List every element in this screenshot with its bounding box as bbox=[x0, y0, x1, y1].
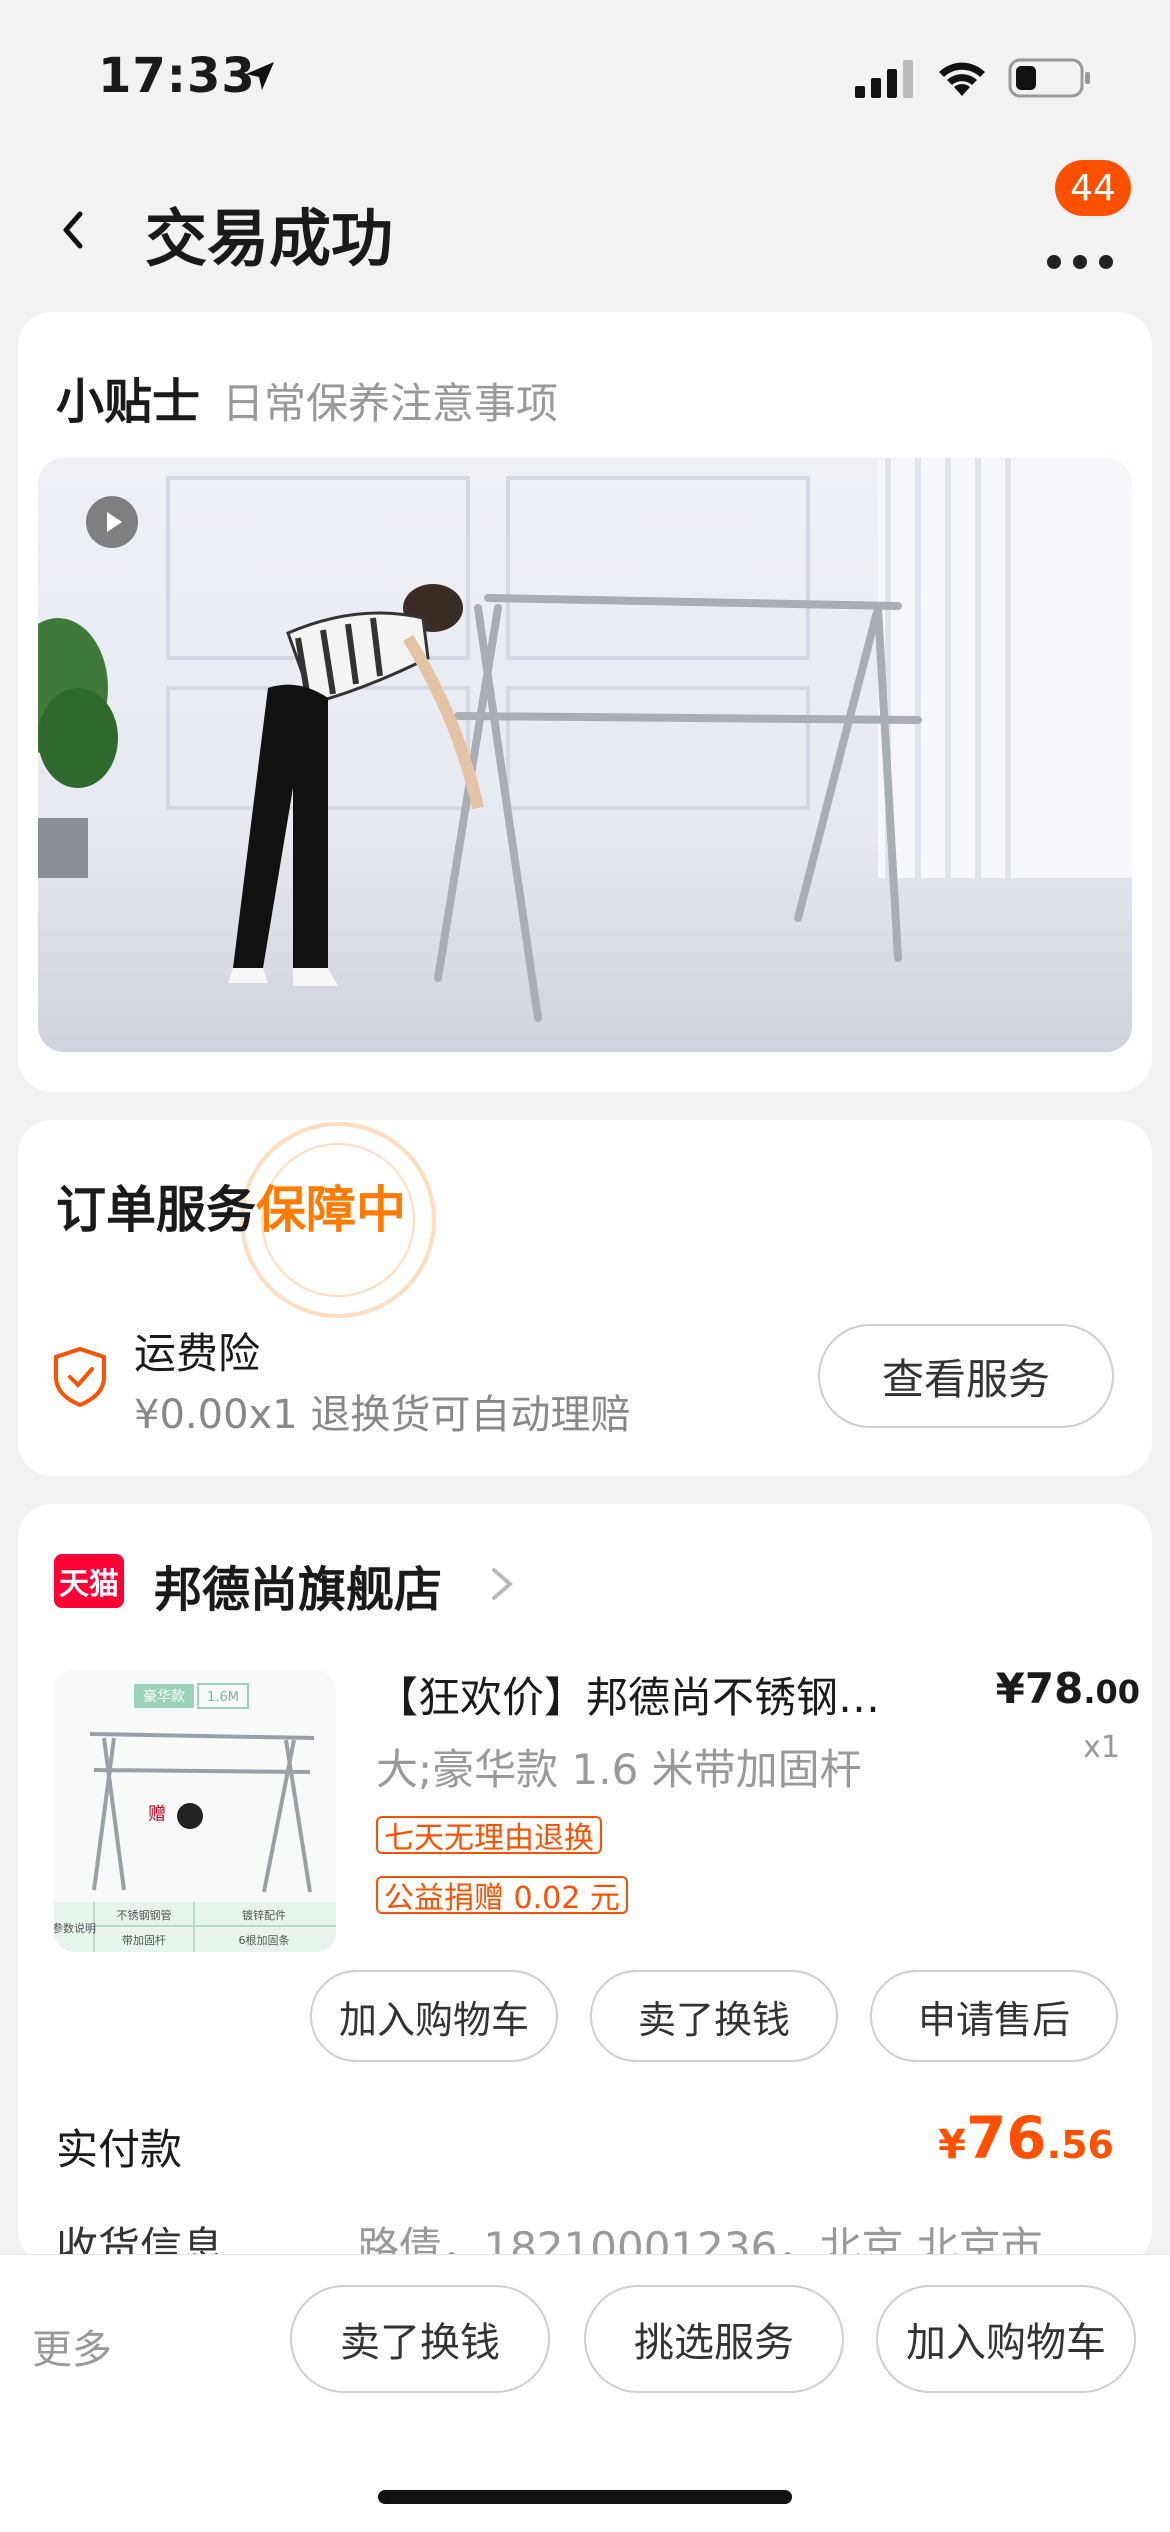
product-image[interactable]: 豪华款 1.6M 赠 参数说明 不锈钢钢管 镀锌配件 带加固杆 6根加固条 bbox=[54, 1670, 336, 1952]
paid-currency: ¥ bbox=[938, 2122, 966, 2168]
tips-card: 小贴士 日常保养注意事项 bbox=[18, 312, 1152, 1092]
after-sales-button[interactable]: 申请售后 bbox=[870, 1970, 1118, 2062]
product-model-label: 豪华款 bbox=[143, 1689, 185, 1705]
tips-subtitle: 日常保养注意事项 bbox=[222, 379, 559, 428]
product-illustration: 豪华款 1.6M 赠 参数说明 不锈钢钢管 镀锌配件 带加固杆 6根加固条 bbox=[54, 1670, 336, 1952]
service-status: 保障中 bbox=[256, 1181, 406, 1239]
resell-button[interactable]: 卖了换钱 bbox=[590, 1970, 838, 2062]
store-name[interactable]: 邦德尚旗舰店 bbox=[154, 1550, 442, 1620]
spec-table-cell: 不锈钢钢管 bbox=[117, 1908, 172, 1922]
home-indicator bbox=[378, 2490, 792, 2504]
product-size-label: 1.6M bbox=[207, 1690, 239, 1705]
product-spec: 大;豪华款 1.6 米带加固杆 bbox=[376, 1745, 862, 1794]
care-video[interactable] bbox=[38, 458, 1132, 1052]
order-service-card: 订单服务保障中 运费险 ¥0.00x1 退换货可自动理赔 查看服务 bbox=[18, 1120, 1152, 1476]
paid-label: 实付款 bbox=[56, 2125, 183, 2174]
spec-table-header: 参数说明 bbox=[54, 1921, 96, 1935]
status-time: 17:33 bbox=[98, 48, 256, 104]
order-service-title: 订单服务保障中 bbox=[56, 1170, 406, 1242]
tmall-logo: 天猫 bbox=[54, 1554, 124, 1608]
video-thumbnail bbox=[38, 458, 1132, 1052]
paid-amount: ¥76.56 bbox=[938, 2104, 1114, 2172]
page-title: 交易成功 bbox=[145, 202, 394, 275]
spec-table-cell: 6根加固条 bbox=[239, 1933, 290, 1947]
insurance-detail: ¥0.00x1 退换货可自动理赔 bbox=[134, 1392, 631, 1438]
gift-label: 赠 bbox=[148, 1804, 166, 1825]
price-cents: .00 bbox=[1083, 1673, 1140, 1711]
shield-check-icon bbox=[54, 1346, 106, 1408]
bottom-add-to-cart-button[interactable]: 加入购物车 bbox=[876, 2285, 1136, 2393]
wifi-icon bbox=[939, 62, 985, 96]
tips-header: 小贴士 日常保养注意事项 bbox=[56, 362, 558, 432]
product-price: ¥78.00 bbox=[988, 1664, 1140, 1713]
paid-integer: 76 bbox=[965, 2104, 1047, 2172]
cellular-signal-icon bbox=[855, 60, 913, 98]
product-name[interactable]: 【狂欢价】邦德尚不锈钢… bbox=[376, 1664, 916, 1725]
add-to-cart-button[interactable]: 加入购物车 bbox=[310, 1970, 558, 2062]
view-service-button[interactable]: 查看服务 bbox=[818, 1324, 1114, 1428]
tips-title: 小贴士 bbox=[56, 374, 201, 430]
return-policy-tag: 七天无理由退换 bbox=[376, 1816, 602, 1856]
more-button[interactable]: 更多 bbox=[32, 2317, 112, 2375]
status-bar: 17:33 bbox=[0, 0, 1170, 150]
service-title-prefix: 订单服务 bbox=[56, 1181, 256, 1239]
back-arrow-icon[interactable] bbox=[48, 200, 98, 260]
price-currency: ¥ bbox=[995, 1664, 1025, 1713]
spec-table-cell: 镀锌配件 bbox=[242, 1908, 286, 1922]
choose-service-button[interactable]: 挑选服务 bbox=[584, 2285, 844, 2393]
spec-table-cell: 带加固杆 bbox=[122, 1933, 166, 1947]
battery-icon bbox=[1008, 58, 1090, 98]
play-icon[interactable] bbox=[86, 496, 138, 548]
nav-bar: 交易成功 bbox=[0, 160, 1170, 290]
paid-cents: .56 bbox=[1046, 2123, 1114, 2167]
charity-tag: 公益捐赠 0.02 元 bbox=[376, 1876, 628, 1916]
chevron-right-icon[interactable] bbox=[488, 1564, 516, 1604]
product-quantity: x1 bbox=[1083, 1730, 1120, 1765]
notification-badge: 44 bbox=[1055, 160, 1131, 216]
price-integer: 78 bbox=[1024, 1664, 1084, 1713]
order-card: 天猫 邦德尚旗舰店 豪华款 1.6M 赠 参数说明 不锈钢钢管 镀锌配件 带加固… bbox=[18, 1504, 1152, 2272]
location-arrow-icon bbox=[246, 62, 274, 90]
bottom-resell-button[interactable]: 卖了换钱 bbox=[290, 2285, 550, 2393]
insurance-name: 运费险 bbox=[134, 1329, 261, 1378]
